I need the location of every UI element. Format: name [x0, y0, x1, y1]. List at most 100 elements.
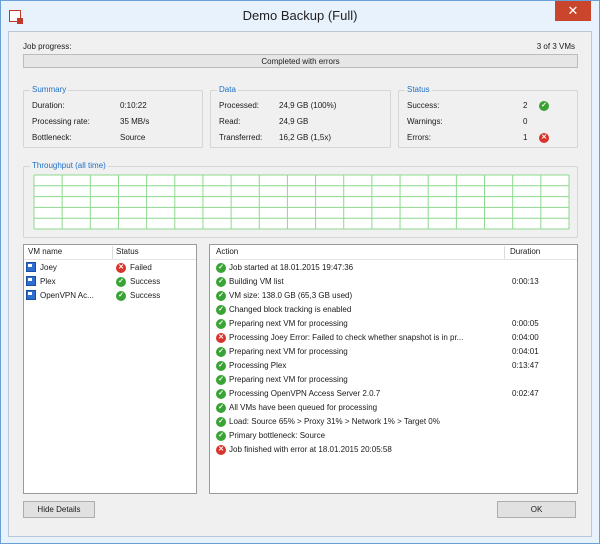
error-icon: ✕	[116, 263, 126, 273]
job-progress-bar: Completed with errors	[23, 54, 578, 68]
success-icon: ✓	[216, 389, 226, 399]
success-icon: ✓	[216, 375, 226, 385]
status-value: 1	[523, 133, 528, 142]
action-duration: 0:04:00	[512, 333, 539, 342]
status-title: Status	[405, 85, 432, 94]
action-log-row[interactable]: ✓ Processing OpenVPN Access Server 2.0.7 0…	[212, 388, 576, 402]
success-icon: ✓	[216, 347, 226, 357]
summary-group: Summary Duration: 0:10:22 Processing rat…	[23, 85, 203, 148]
success-icon: ✓	[216, 417, 226, 427]
success-icon: ✓	[116, 277, 126, 287]
status-label: Errors:	[407, 133, 431, 142]
action-text: Processing Plex	[229, 361, 287, 370]
action-text: Changed block tracking is enabled	[229, 305, 352, 314]
throughput-chart	[33, 174, 570, 230]
dialog-body: Job progress: 3 of 3 VMs Completed with …	[8, 31, 592, 537]
status-group: Status Success: 2 ✓ Warnings: 0 Errors: …	[398, 85, 578, 148]
action-log-row[interactable]: ✕ Job finished with error at 18.01.2015 2…	[212, 444, 576, 458]
chart-plot-area	[34, 175, 569, 229]
summary-value: 35 MB/s	[120, 117, 150, 126]
action-text: Processing Joey Error: Failed to check w…	[229, 333, 464, 342]
vm-list-row[interactable]: Plex ✓ Success	[26, 276, 196, 290]
error-icon: ✕	[216, 333, 226, 343]
summary-row-rate: Processing rate: 35 MB/s	[32, 117, 197, 128]
duration-header[interactable]: Duration	[510, 247, 540, 259]
action-log-row[interactable]: ✓ Changed block tracking is enabled	[212, 304, 576, 318]
summary-value: Source	[120, 133, 146, 142]
close-button[interactable]: ✕	[555, 1, 591, 21]
action-text: Job started at 18.01.2015 19:47:36	[229, 263, 354, 272]
action-log-row[interactable]: ✓ Preparing next VM for processing 0:00:05	[212, 318, 576, 332]
vm-list-row[interactable]: OpenVPN Ac... ✓ Success	[26, 290, 196, 304]
action-log-row[interactable]: ✕ Processing Joey Error: Failed to check …	[212, 332, 576, 346]
column-divider	[112, 246, 113, 259]
vm-icon	[26, 262, 36, 272]
summary-label: Processing rate:	[32, 117, 90, 126]
error-icon: ✕	[539, 133, 549, 143]
data-row-transferred: Transferred: 16,2 GB (1,5x)	[219, 133, 384, 144]
vm-name: OpenVPN Ac...	[40, 291, 94, 300]
status-row-success: Success: 2 ✓	[407, 101, 572, 112]
success-icon: ✓	[216, 263, 226, 273]
vm-name-header[interactable]: VM name	[28, 247, 62, 259]
summary-value: 0:10:22	[120, 101, 147, 110]
data-label: Transferred:	[219, 133, 263, 142]
summary-label: Bottleneck:	[32, 133, 72, 142]
success-icon: ✓	[216, 305, 226, 315]
backup-job-window: Demo Backup (Full) ✕ Job progress: 3 of …	[0, 0, 600, 544]
action-log-row[interactable]: ✓ Job started at 18.01.2015 19:47:36	[212, 262, 576, 276]
status-value: 0	[523, 117, 528, 126]
success-icon: ✓	[116, 291, 126, 301]
vm-status-header[interactable]: Status	[116, 247, 139, 259]
action-text: Load: Source 65% > Proxy 31% > Network 1…	[229, 417, 440, 426]
vm-status: Success	[130, 291, 161, 300]
vm-status: Failed	[130, 263, 152, 272]
vm-status: Success	[130, 277, 161, 286]
vm-list-panel: VM name Status Joey ✕ Failed Plex ✓ Success Op…	[23, 244, 197, 494]
error-icon: ✕	[216, 445, 226, 455]
action-log-row[interactable]: ✓ Load: Source 65% > Proxy 31% > Network …	[212, 416, 576, 430]
data-label: Read:	[219, 117, 241, 126]
success-icon: ✓	[216, 291, 226, 301]
vm-list-row[interactable]: Joey ✕ Failed	[26, 262, 196, 276]
job-progress-status: Completed with errors	[261, 57, 340, 66]
status-label: Success:	[407, 101, 440, 110]
action-duration: 0:00:13	[512, 277, 539, 286]
column-divider	[504, 246, 505, 259]
data-value: 24,9 GB	[279, 117, 309, 126]
action-log-row[interactable]: ✓ All VMs have been queued for processing	[212, 402, 576, 416]
summary-row-duration: Duration: 0:10:22	[32, 101, 197, 112]
action-log-panel: Action Duration ✓ Job started at 18.01.20…	[209, 244, 578, 494]
action-text: VM size: 138.0 GB (65,3 GB used)	[229, 291, 353, 300]
status-label: Warnings:	[407, 117, 443, 126]
action-duration: 0:13:47	[512, 361, 539, 370]
action-text: Preparing next VM for processing	[229, 319, 348, 328]
action-log-row[interactable]: ✓ Building VM list 0:00:13	[212, 276, 576, 290]
title-bar[interactable]: Demo Backup (Full) ✕	[1, 1, 599, 31]
data-value: 16,2 GB (1,5x)	[279, 133, 332, 142]
action-duration: 0:02:47	[512, 389, 539, 398]
header-divider	[210, 259, 577, 260]
action-log-row[interactable]: ✓ Primary bottleneck: Source	[212, 430, 576, 444]
action-text: Job finished with error at 18.01.2015 20…	[229, 445, 392, 454]
vm-icon	[26, 276, 36, 286]
data-group: Data Processed: 24,9 GB (100%) Read: 24,…	[210, 85, 391, 148]
success-icon: ✓	[216, 277, 226, 287]
header-divider	[24, 259, 196, 260]
action-log-row[interactable]: ✓ Preparing next VM for processing	[212, 374, 576, 388]
vm-icon	[26, 290, 36, 300]
throughput-group: Throughput (all time)	[23, 161, 578, 238]
data-row-processed: Processed: 24,9 GB (100%)	[219, 101, 384, 112]
action-log-row[interactable]: ✓ Processing Plex 0:13:47	[212, 360, 576, 374]
action-header[interactable]: Action	[216, 247, 238, 259]
action-log-row[interactable]: ✓ Preparing next VM for processing 0:04:01	[212, 346, 576, 360]
data-label: Processed:	[219, 101, 260, 110]
action-text: Building VM list	[229, 277, 284, 286]
job-progress-label: Job progress:	[23, 42, 72, 51]
success-icon: ✓	[539, 101, 549, 111]
vm-name: Plex	[40, 277, 56, 286]
hide-details-button[interactable]: Hide Details	[23, 501, 95, 518]
ok-button[interactable]: OK	[497, 501, 576, 518]
action-log-row[interactable]: ✓ VM size: 138.0 GB (65,3 GB used)	[212, 290, 576, 304]
vm-name: Joey	[40, 263, 57, 272]
